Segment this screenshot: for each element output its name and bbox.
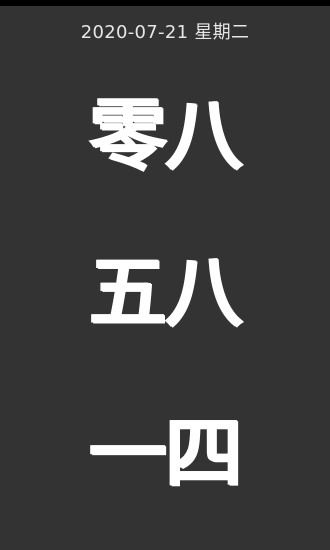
- hour-tens-digit: 零: [88, 90, 167, 181]
- hour-ones-digit: 八: [164, 90, 243, 181]
- hour-row: 零 八: [0, 86, 330, 186]
- minute-tens-digit: 五: [88, 247, 167, 338]
- minute-row: 五 八: [0, 243, 330, 343]
- second-row: 一 四: [0, 404, 330, 504]
- second-ones-digit: 四: [164, 408, 243, 499]
- status-bar: [0, 0, 330, 6]
- date-weekday-label: 2020-07-21 星期二: [80, 22, 250, 43]
- minute-ones-digit: 八: [164, 247, 243, 338]
- clock-screen: 2020-07-21 星期二 零 八 五 八 一 四: [0, 0, 330, 550]
- second-tens-digit: 一: [88, 408, 167, 499]
